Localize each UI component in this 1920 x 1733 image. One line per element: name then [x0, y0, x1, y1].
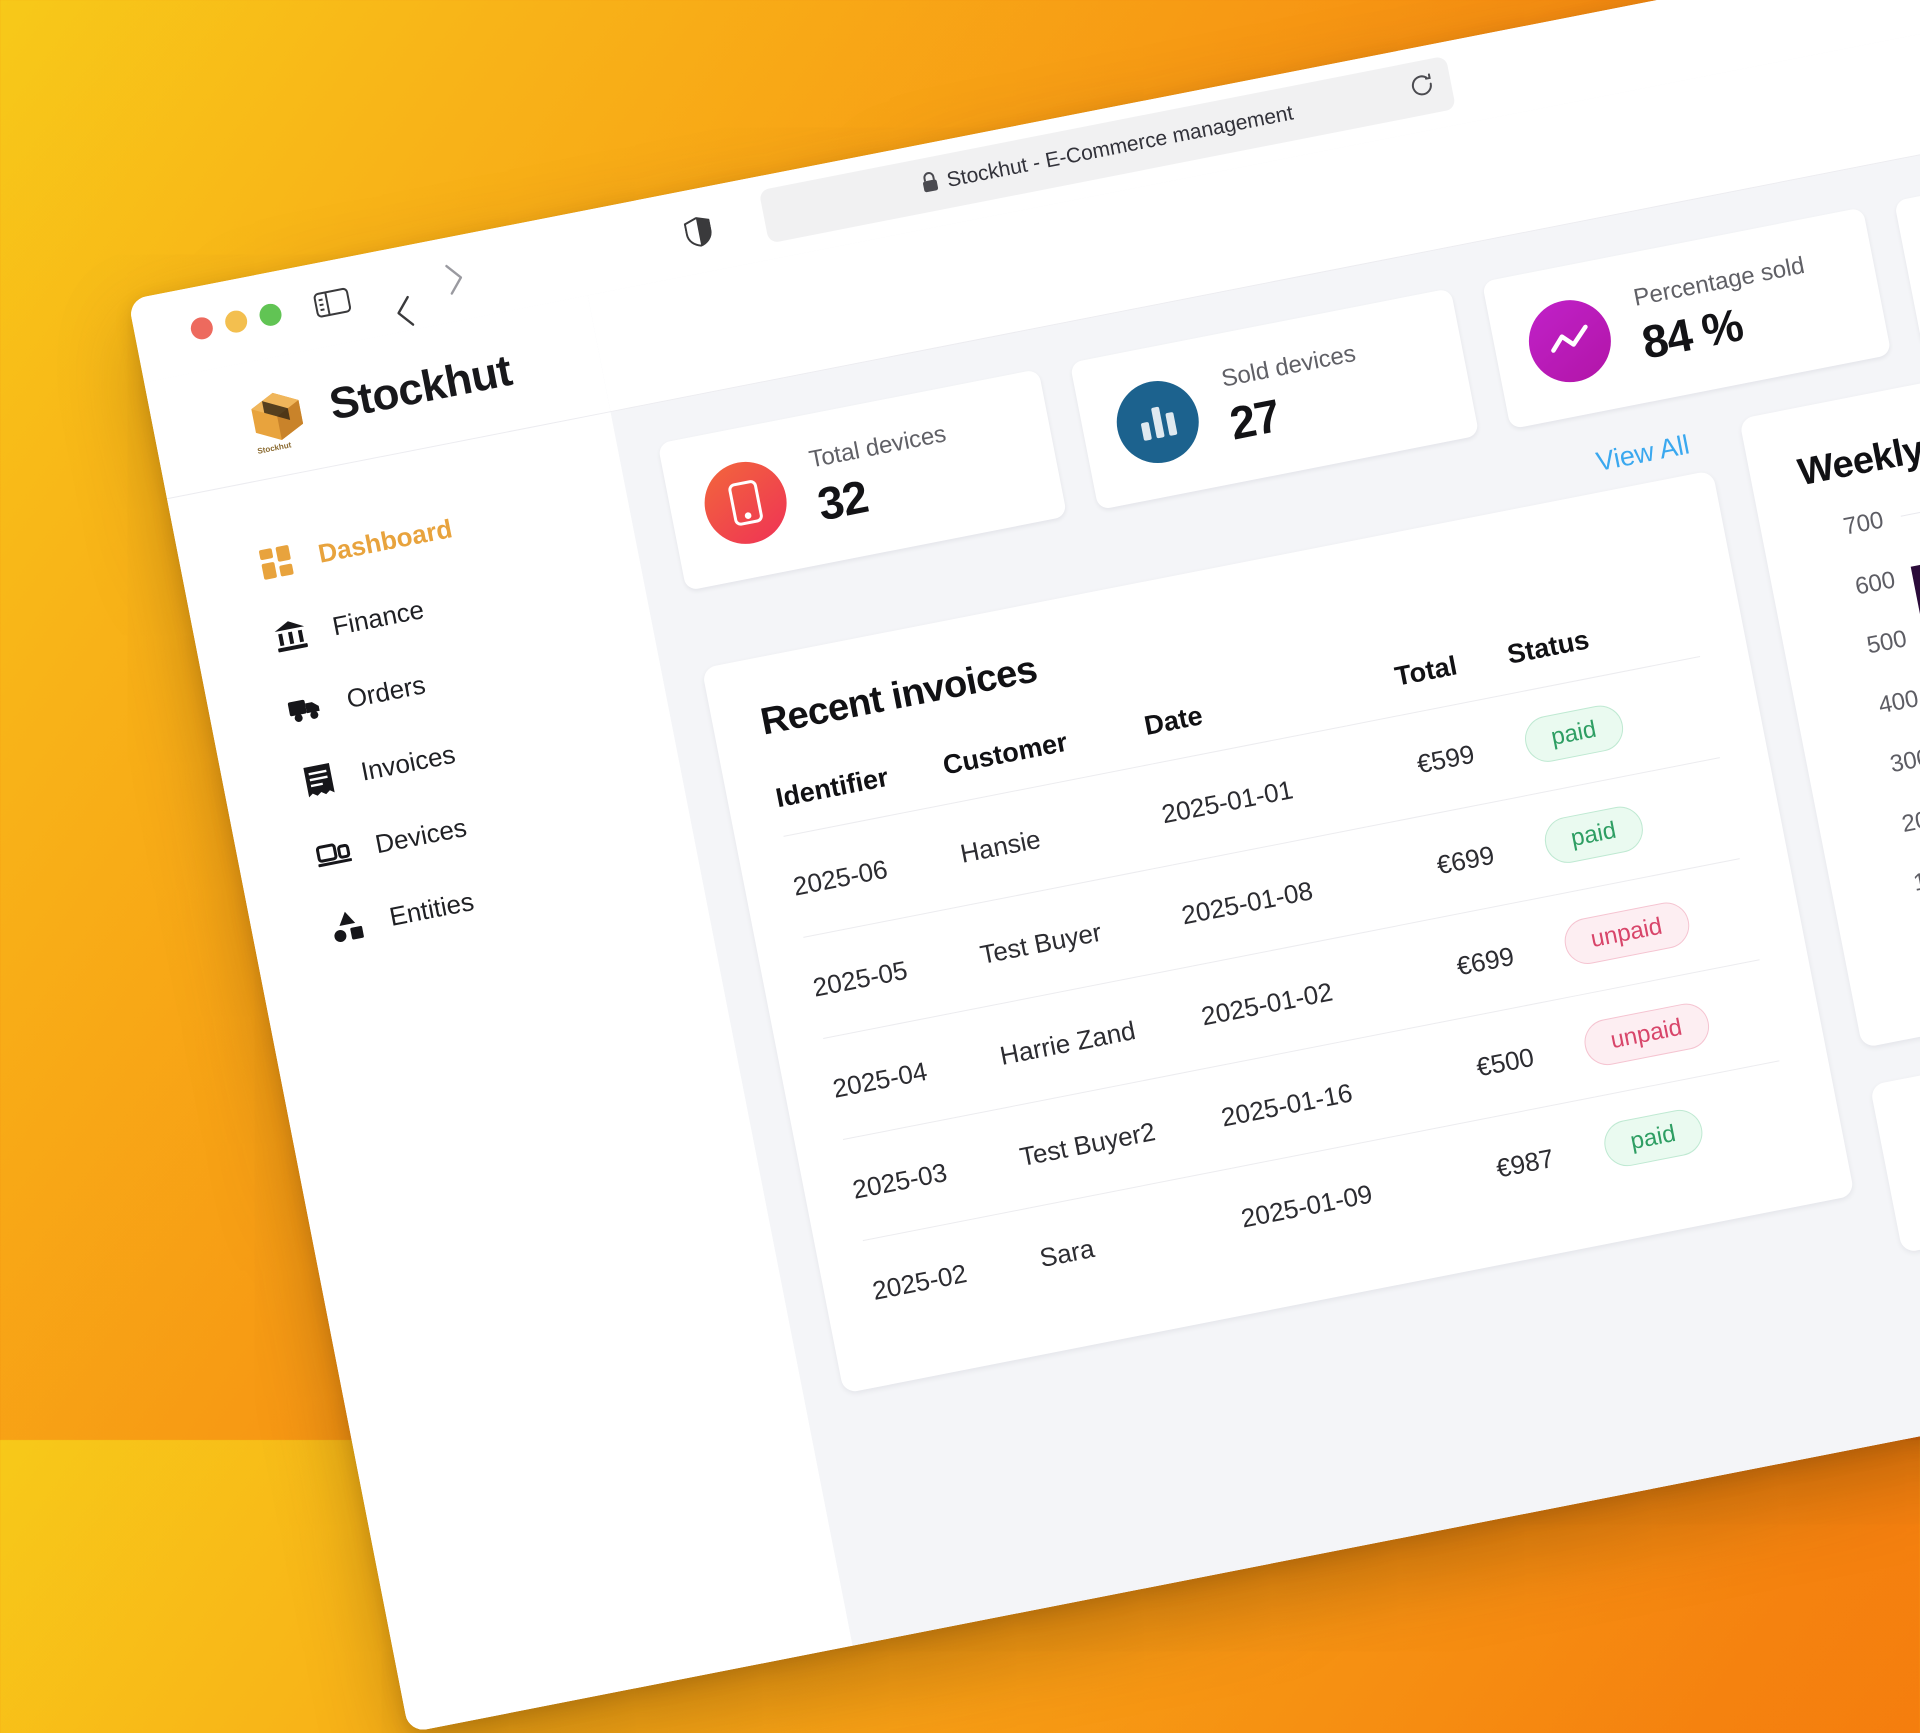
stockhut-logo-icon: Stockhut [240, 379, 315, 456]
sidebar-item-label: Invoices [358, 738, 458, 787]
chart-title: Weekly revenue [1794, 399, 1920, 495]
close-window-button[interactable] [188, 315, 215, 342]
entities-icon [328, 905, 368, 945]
sidebar-nav: Dashboard Finance Orders Invoices Device… [167, 412, 705, 980]
recent-invoices-table: Identifier Customer Date Total Status 20… [773, 604, 1800, 1342]
sidebar-item-label: Dashboard [315, 512, 455, 569]
status-badge: unpaid [1560, 898, 1693, 969]
forward-icon[interactable] [441, 260, 469, 298]
status-badge: paid [1599, 1105, 1707, 1171]
maximize-window-button[interactable] [257, 301, 284, 328]
chart-y-tick-label: 0 [1890, 923, 1920, 965]
reload-icon[interactable] [1407, 70, 1438, 105]
stat-card-percentage-sold: Percentage sold 84 % [1481, 207, 1892, 430]
status-badge: paid [1540, 802, 1647, 867]
status-badge: paid [1520, 701, 1627, 766]
minimize-window-button[interactable] [223, 308, 250, 335]
back-icon[interactable] [382, 248, 419, 331]
chart-y-tick-label: 500 [1864, 625, 1910, 660]
browser-window: Stockhut - E-Commerce management Stockhu… [128, 0, 1920, 1733]
barchart-icon [1109, 373, 1206, 471]
chart-y-tick-label: 300 [1887, 744, 1920, 779]
bank-icon [271, 615, 311, 655]
stat-card-total-devices: Total devices 32 [657, 369, 1068, 591]
receipt-icon [299, 760, 339, 800]
invoices-column: View All Recent invoices Identifier Cust… [693, 426, 1855, 1394]
sidebar-item-label: Orders [343, 668, 428, 714]
weekly-revenue-chart: 0100200300400500600700 €699We [1811, 439, 1920, 996]
sidebar-item-label: Devices [372, 811, 470, 859]
brand-name: Stockhut [325, 346, 516, 430]
stat-card-sold-devices: Sold devices 27 [1069, 288, 1480, 511]
chart-y-tick-label: 400 [1876, 684, 1920, 719]
status-badge: unpaid [1580, 999, 1713, 1070]
sidebar-item-label: Finance [329, 593, 427, 641]
truck-icon [285, 688, 325, 728]
shield-icon[interactable] [683, 215, 715, 254]
sidebar-item-label: Entities [386, 885, 477, 932]
laptop-icon [313, 833, 353, 873]
window-controls [188, 301, 284, 342]
trend-icon [1521, 293, 1619, 390]
sidebar-toggle-icon[interactable] [312, 286, 353, 320]
lock-icon [919, 170, 941, 199]
chart-y-tick-label: 200 [1899, 803, 1920, 838]
grid-icon [256, 542, 296, 582]
chart-y-tick-label: 100 [1911, 863, 1920, 898]
view-all-link[interactable]: View All [1594, 429, 1692, 478]
chart-y-tick-label: 600 [1852, 565, 1898, 601]
chart-y-tick-label: 700 [1841, 506, 1886, 541]
stat-card-all-time-net: All-time net € 16 [1894, 126, 1920, 349]
phone-icon [697, 454, 794, 552]
